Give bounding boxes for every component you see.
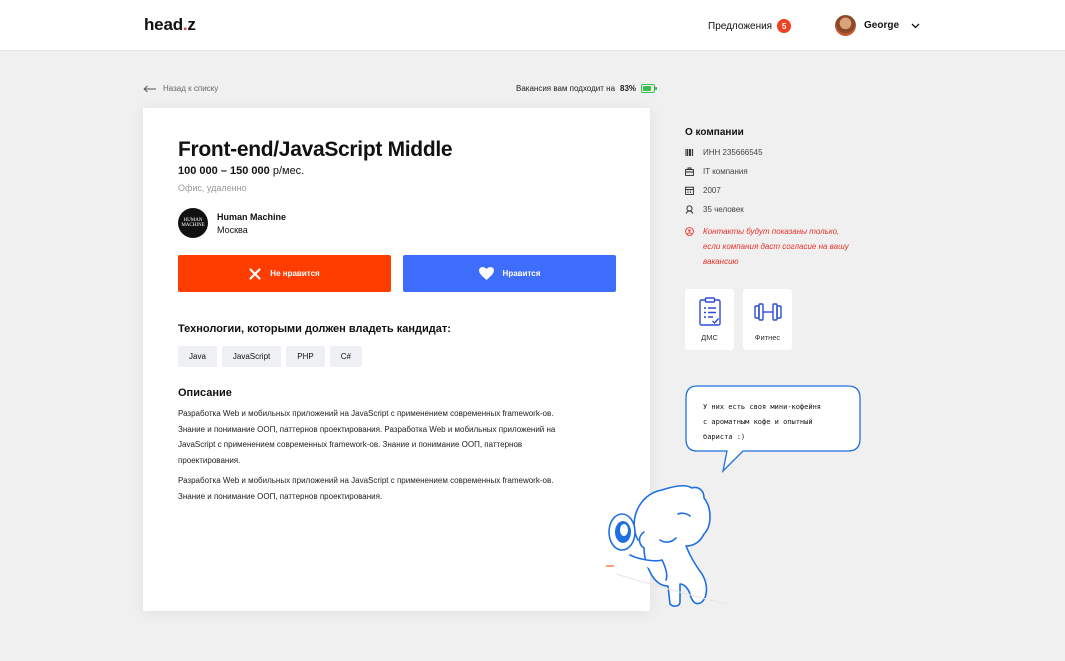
about-heading: О компании: [685, 127, 744, 138]
people-icon: [685, 204, 694, 214]
match-fill: [643, 86, 652, 91]
avatar: [835, 15, 856, 36]
chevron-down-icon: [911, 23, 920, 28]
type-row: IT компания: [685, 166, 925, 176]
year-text: 2007: [703, 185, 721, 195]
company-city: Москва: [217, 224, 248, 235]
heart-icon: [478, 267, 494, 280]
description: Разработка Web и мобильных приложений на…: [178, 406, 573, 504]
like-button[interactable]: Нравится: [403, 255, 616, 292]
back-to-list-link[interactable]: Назад к списку: [143, 84, 218, 93]
type-text: IT компания: [703, 166, 748, 176]
inn-text: ИНН 235666545: [703, 147, 763, 157]
tech-tag: JavaScript: [221, 346, 282, 367]
user-menu[interactable]: George: [835, 15, 920, 36]
tech-tag: PHP: [286, 346, 325, 367]
company-name: Human Machine: [217, 211, 287, 222]
vacancy-title: Front-end/JavaScript Middle: [178, 138, 453, 161]
match-value: 83%: [620, 84, 637, 93]
work-type: Офис, удаленно: [178, 183, 247, 193]
battery-icon: [641, 84, 658, 93]
tech-heading: Технологии, которыми должен владеть канд…: [178, 323, 451, 335]
vacancy-salary: 100 000 – 150 000 р/мес.: [178, 165, 305, 177]
clipboard-icon: [698, 297, 721, 326]
tech-tag: C#: [329, 346, 362, 367]
dislike-label: Не нравится: [270, 269, 320, 278]
offers-label: Предложения: [708, 20, 773, 32]
company-logo: HUMAN MACHINE: [178, 208, 208, 238]
contacts-note-line: вакансию: [703, 257, 739, 266]
staff-row: 35 человек: [685, 204, 925, 214]
top-header: head.z Предложения 5 George: [0, 0, 1065, 51]
user-name: George: [864, 20, 900, 31]
offers-link[interactable]: Предложения 5: [708, 19, 792, 33]
staff-text: 35 человек: [703, 204, 744, 214]
logo[interactable]: head.z: [144, 15, 196, 35]
warning-icon: [685, 227, 694, 236]
close-icon: [249, 267, 261, 280]
bubble-line: с ароматным кофе и опытный: [703, 418, 813, 426]
benefit-dms: ДМС: [685, 289, 734, 350]
arrow-left-icon: [143, 85, 156, 92]
inn-row: ИНН 235666545: [685, 147, 925, 157]
offers-count-badge: 5: [777, 19, 792, 33]
calendar-icon: [685, 186, 694, 195]
like-label: Нравится: [502, 269, 541, 278]
dislike-button[interactable]: Не нравится: [178, 255, 391, 292]
company-info[interactable]: HUMAN MACHINE Human Machine Москва: [178, 208, 286, 238]
benefit-dms-label: ДМС: [701, 333, 718, 342]
tech-tag: Java: [178, 346, 217, 367]
contacts-note-line: Контакты будут показаны только,: [703, 227, 840, 236]
contacts-note: Контакты будут показаны только, если ком…: [685, 224, 925, 269]
year-row: 2007: [685, 185, 925, 195]
about-company: О компании ИНН 235666545 IT компания 200…: [685, 127, 925, 269]
mascot-illustration: [606, 485, 727, 607]
match-label: Вакансия вам подходит на: [516, 84, 616, 93]
bubble-line: У них есть своя мини-кофейня: [703, 403, 822, 411]
description-paragraph: Разработка Web и мобильных приложений на…: [178, 409, 556, 465]
briefcase-icon: [685, 167, 694, 176]
match-indicator: Вакансия вам подходит на 83%: [516, 84, 658, 93]
description-heading: Описание: [178, 387, 232, 399]
dumbbell-icon: [753, 303, 782, 321]
bubble-text: У них есть своя мини-кофейня с ароматным…: [703, 400, 853, 445]
description-paragraph: Разработка Web и мобильных приложений на…: [178, 476, 554, 501]
benefit-fitness: Фитнес: [743, 289, 792, 350]
tech-tags: Java JavaScript PHP C#: [178, 346, 362, 367]
bubble-line: бариста :): [703, 433, 746, 441]
benefit-fitness-label: Фитнес: [754, 333, 781, 342]
vacancy-card: Front-end/JavaScript Middle 100 000 – 15…: [143, 108, 650, 611]
barcode-icon: [685, 148, 694, 156]
contacts-note-line: если компания даст согласие на вашу: [703, 242, 849, 251]
back-label: Назад к списку: [163, 84, 219, 93]
